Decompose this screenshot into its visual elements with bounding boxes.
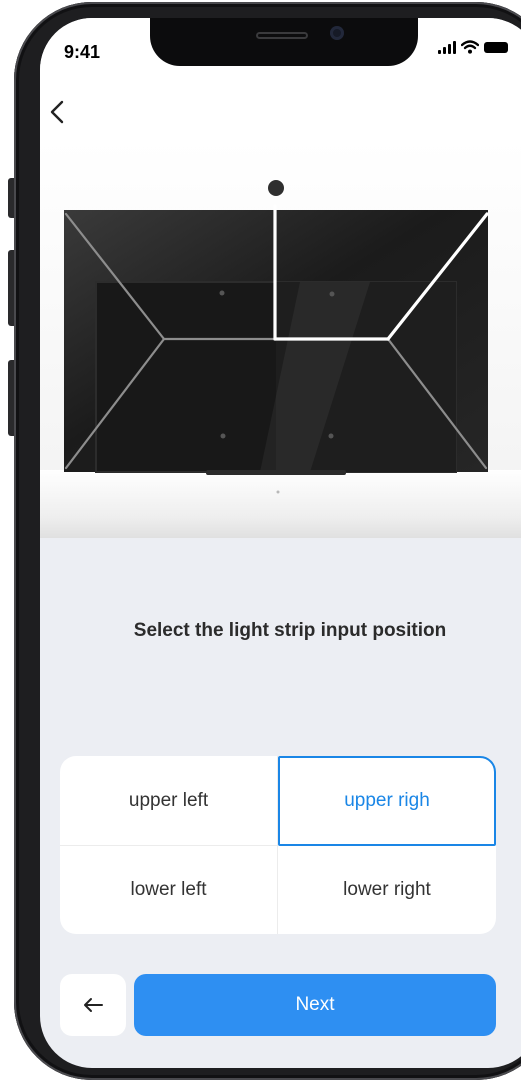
app-screen: 9:41 Select the light strip input positi… xyxy=(40,18,521,1068)
status-icons xyxy=(438,40,508,54)
input-position-dot xyxy=(268,180,284,196)
front-camera xyxy=(330,26,344,40)
nav-header xyxy=(40,80,521,140)
tv-shelf xyxy=(40,470,521,538)
option-lower-left[interactable]: lower left xyxy=(60,846,278,934)
previous-button[interactable] xyxy=(60,974,126,1036)
next-button[interactable]: Next xyxy=(134,974,496,1036)
tv-preview xyxy=(40,140,521,538)
camera-notch xyxy=(150,18,418,66)
page-title: Select the light strip input position xyxy=(133,620,447,641)
battery-icon xyxy=(484,41,508,53)
tv-stand xyxy=(206,470,346,475)
tv-light-strip-diagram xyxy=(40,180,521,538)
chevron-left-icon[interactable] xyxy=(46,98,70,126)
option-upper-left[interactable]: upper left xyxy=(60,756,278,846)
status-bar: 9:41 xyxy=(40,18,521,80)
device-stage: 9:41 Select the light strip input positi… xyxy=(0,0,521,1085)
option-lower-right[interactable]: lower right xyxy=(278,846,496,934)
speaker-grille xyxy=(256,32,308,39)
signal-icon xyxy=(438,40,456,54)
status-time: 9:41 xyxy=(64,42,101,62)
arrow-left-icon xyxy=(84,998,103,1012)
option-upper-right[interactable]: upper righ xyxy=(278,756,496,846)
wifi-icon xyxy=(461,40,479,54)
position-options: upper left upper righ lower left lower r… xyxy=(60,756,496,934)
